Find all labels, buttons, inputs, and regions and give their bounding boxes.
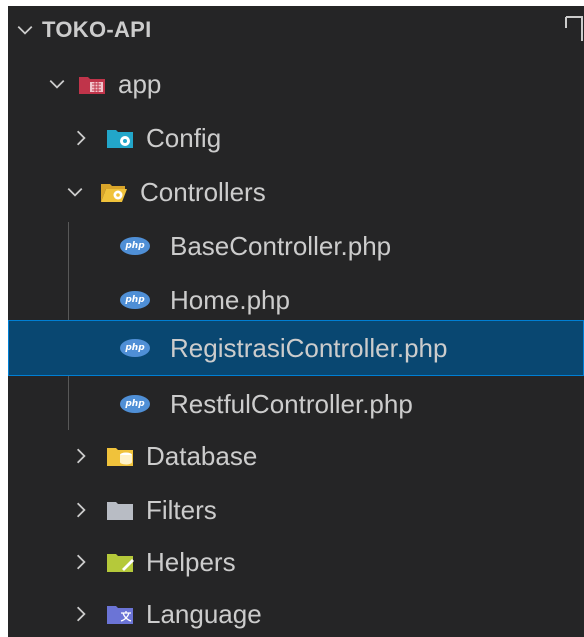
file-explorer-panel: TOKO-API app Config Controllers php Base… [8,6,584,637]
file-label: Home.php [170,284,290,315]
file-label: RestfulController.php [170,388,413,419]
chevron-down-icon [46,73,68,95]
helpers-folder-icon [106,551,134,573]
folder-label: app [118,68,162,99]
folder-database[interactable]: Database [8,430,584,482]
controllers-folder-icon [100,181,128,203]
explorer-root-header[interactable]: TOKO-API [8,6,584,56]
php-file-icon: php [120,395,150,413]
php-file-icon: php [120,291,150,309]
folder-config[interactable]: Config [8,112,584,164]
file-label: RegistrasiController.php [170,332,448,363]
folder-app[interactable]: app [8,58,584,110]
file-item[interactable]: php Home.php [8,274,584,326]
folder-filters[interactable]: Filters [8,484,584,536]
folder-icon [106,499,134,521]
folder-language[interactable]: Language [8,588,584,637]
folder-label: Language [146,598,262,629]
folder-controllers[interactable]: Controllers [8,166,584,218]
file-item[interactable]: php RestfulController.php [8,378,584,430]
language-folder-icon [106,603,134,625]
explorer-root-label: TOKO-API [42,17,152,42]
chevron-right-icon [70,499,92,521]
app-folder-icon [78,73,106,95]
chevron-down-icon [14,19,36,41]
file-item[interactable]: php BaseController.php [8,220,584,272]
folder-label: Database [146,440,258,471]
php-file-icon: php [120,339,150,357]
folder-label: Controllers [140,176,266,207]
php-file-icon: php [120,237,150,255]
file-label: BaseController.php [170,230,392,261]
new-file-icon[interactable] [564,16,584,42]
chevron-right-icon [70,445,92,467]
folder-label: Config [146,122,222,153]
database-folder-icon [106,445,134,467]
chevron-right-icon [70,551,92,573]
folder-helpers[interactable]: Helpers [8,536,584,588]
chevron-down-icon [64,181,86,203]
chevron-right-icon [70,127,92,149]
chevron-right-icon [70,603,92,625]
file-item-selected[interactable]: php RegistrasiController.php [8,320,584,376]
folder-label: Helpers [146,546,236,577]
folder-label: Filters [146,494,217,525]
config-folder-icon [106,127,134,149]
